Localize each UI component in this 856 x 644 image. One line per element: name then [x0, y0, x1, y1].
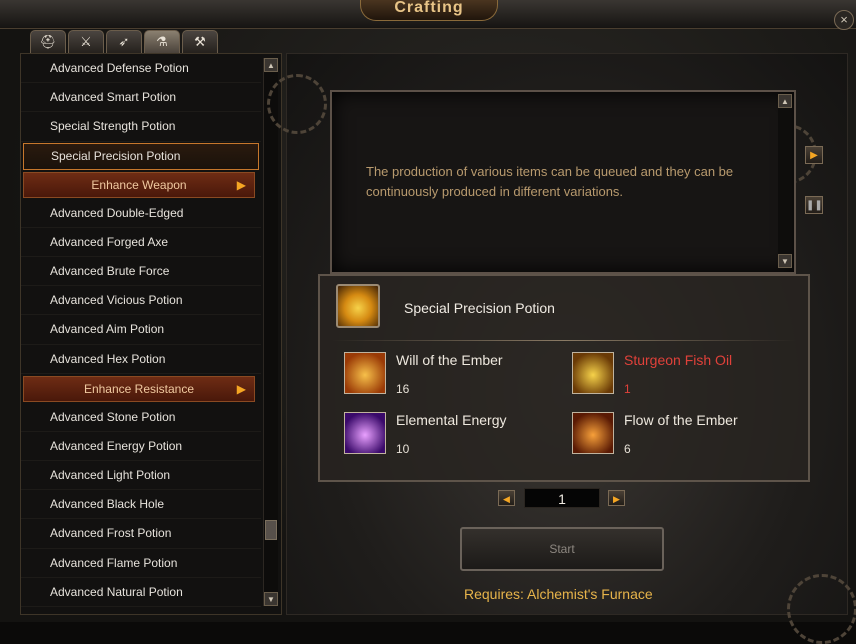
production-queue-box: The production of various items can be q… — [330, 90, 796, 274]
scroll-up-icon[interactable]: ▲ — [264, 58, 278, 72]
recipe-item[interactable]: Advanced Black Hole — [21, 490, 261, 520]
ember-claw-icon — [344, 352, 386, 394]
requires-text: Requires: Alchemist's Furnace — [464, 586, 653, 602]
ingredient-slot[interactable]: Flow of the Ember 6 — [572, 412, 802, 464]
recipe-item-selected[interactable]: Special Precision Potion — [23, 142, 259, 170]
bow-icon[interactable]: ➶ — [106, 30, 142, 53]
ingredient-name: Elemental Energy — [396, 412, 507, 428]
ingredient-name: Sturgeon Fish Oil — [624, 352, 733, 368]
quantity-increase-button[interactable]: ▶ — [608, 490, 625, 506]
gear-decoration-icon — [787, 574, 856, 644]
queue-scrollbar[interactable]: ▲ ▼ — [778, 94, 792, 268]
potion-flask-icon[interactable]: ⚗ — [144, 30, 180, 53]
ingredient-count: 16 — [396, 382, 410, 396]
close-button[interactable]: × — [834, 10, 854, 30]
special-precision-potion-icon — [336, 284, 380, 328]
ingredient-name: Flow of the Ember — [624, 412, 738, 428]
recipe-divider — [332, 340, 796, 341]
queue-description: The production of various items can be q… — [366, 164, 734, 199]
recipe-item[interactable]: Special Strength Potion — [21, 112, 261, 142]
helmet-icon[interactable]: ⛑ — [30, 30, 66, 53]
category-header[interactable]: Enhance Weapon ▶ — [23, 171, 255, 198]
recipe-item[interactable]: Advanced Brute Force — [21, 257, 261, 287]
ingredient-slot[interactable]: Elemental Energy 10 — [344, 412, 574, 464]
recipe-list-scrollbar[interactable]: ▲ ▼ — [263, 58, 278, 606]
crafting-window: Crafting × ⛑ ⚔ ➶ ⚗ ⚒ Advanced Defense Potion… — [0, 0, 856, 644]
fish-oil-flask-icon — [572, 352, 614, 394]
window-title: Crafting — [360, 0, 498, 21]
queue-scroll-down-icon[interactable]: ▼ — [778, 254, 792, 268]
recipe-item[interactable]: Advanced Forged Axe — [21, 228, 261, 257]
scroll-down-icon[interactable]: ▼ — [264, 592, 278, 606]
recipe-item[interactable]: Advanced Defense Potion — [21, 54, 261, 84]
category-header[interactable]: Enhance Resistance ▶ — [23, 375, 255, 402]
ingredient-name: Will of the Ember — [396, 352, 503, 368]
elemental-energy-icon — [344, 412, 386, 454]
recipe-item[interactable]: Advanced Aim Potion — [21, 315, 261, 345]
gear-decoration-icon — [267, 74, 327, 134]
hammer-icon[interactable]: ⚒ — [182, 30, 218, 53]
start-button[interactable]: Start — [460, 527, 664, 571]
ingredient-slot[interactable]: Sturgeon Fish Oil 1 — [572, 352, 802, 404]
recipe-item[interactable]: Advanced Vicious Potion — [21, 286, 261, 316]
recipe-item[interactable]: Advanced Smart Potion — [21, 83, 261, 113]
recipe-item[interactable]: Advanced Natural Potion — [21, 578, 261, 607]
ingredient-count: 6 — [624, 442, 631, 456]
category-label: Enhance Weapon — [91, 177, 187, 192]
quantity-decrease-button[interactable]: ◀ — [498, 490, 515, 506]
recipe-detail-box: Special Precision Potion Will of the Emb… — [318, 274, 810, 482]
play-queue-button[interactable]: ▶ — [805, 146, 823, 164]
pause-queue-button[interactable]: ❚❚ — [805, 196, 823, 214]
ingredient-slot[interactable]: Will of the Ember 16 — [344, 352, 574, 404]
recipe-list-panel: Advanced Defense Potion Advanced Smart Po… — [20, 53, 282, 615]
recipe-item[interactable]: Advanced Flame Potion — [21, 549, 261, 578]
quantity-input[interactable]: 1 — [524, 488, 600, 508]
result-item-name: Special Precision Potion — [404, 300, 555, 316]
sword-icon[interactable]: ⚔ — [68, 30, 104, 53]
recipe-item[interactable]: Advanced Energy Potion — [21, 432, 261, 462]
ingredient-count: 10 — [396, 442, 410, 456]
recipe-item[interactable]: Advanced Frost Potion — [21, 519, 261, 549]
category-tabs: ⛑ ⚔ ➶ ⚗ ⚒ — [30, 30, 218, 53]
expand-arrow-icon: ▶ — [236, 177, 246, 192]
recipe-item[interactable]: Advanced Stone Potion — [21, 403, 261, 432]
expand-arrow-icon: ▶ — [236, 381, 246, 396]
recipe-item[interactable]: Advanced Light Potion — [21, 461, 261, 491]
scroll-thumb[interactable] — [265, 520, 277, 540]
recipe-item[interactable]: Advanced Hex Potion — [21, 345, 261, 374]
recipe-list: Advanced Defense Potion Advanced Smart Po… — [21, 54, 261, 607]
recipe-item[interactable]: Advanced Double-Edged — [21, 199, 261, 228]
ingredient-count: 1 — [624, 382, 631, 396]
ember-flow-icon — [572, 412, 614, 454]
category-label: Enhance Resistance — [83, 381, 195, 396]
queue-scroll-up-icon[interactable]: ▲ — [778, 94, 792, 108]
